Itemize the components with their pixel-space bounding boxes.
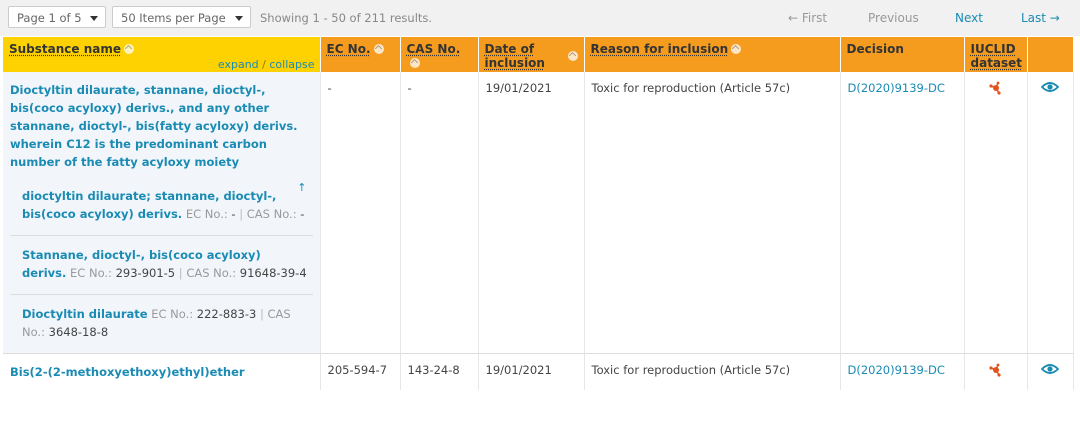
- eye-icon[interactable]: [1040, 81, 1060, 93]
- sort-icon[interactable]: [731, 44, 742, 54]
- ec-label: EC No.:: [185, 207, 228, 221]
- decision-header: Decision: [840, 37, 965, 72]
- ec-value: 293-901-5: [115, 266, 176, 280]
- cas-value: 3648-18-8: [48, 325, 109, 339]
- reason-cell: Toxic for reproduction (Article 57c): [584, 72, 841, 354]
- separator: |: [239, 207, 244, 221]
- table-row: Bis(2-(2-methoxyethoxy)ethyl)ether 205-5…: [3, 353, 1074, 390]
- next-page-link[interactable]: Next: [955, 11, 983, 25]
- ec-number-cell: 205-594-7: [320, 353, 401, 390]
- eye-icon[interactable]: [1040, 363, 1060, 375]
- sub-substance-list: ↑ dioctyltin dilaurate; stannane, diocty…: [10, 177, 313, 353]
- ec-number-label: EC No.: [326, 42, 371, 56]
- substance-name-link[interactable]: Dioctyltin dilaurate, stannane, dioctyl-…: [10, 81, 313, 171]
- sort-icon[interactable]: [409, 58, 420, 68]
- view-cell: [1027, 353, 1074, 390]
- date-cell: 19/01/2021: [478, 72, 585, 354]
- iuclid-header: IUCLID dataset: [964, 37, 1028, 72]
- pagination-bar: Page 1 of 5 50 Items per Page Showing 1 …: [0, 0, 1080, 36]
- sort-icon[interactable]: [124, 44, 135, 54]
- sort-icon[interactable]: [373, 44, 384, 54]
- substance-name-label: Substance name: [9, 42, 122, 56]
- date-label: Date of inclusion: [484, 42, 545, 70]
- items-per-page-select[interactable]: 50 Items per Page: [112, 6, 251, 28]
- cas-number-header[interactable]: CAS No.: [400, 37, 479, 72]
- expand-separator: /: [262, 58, 266, 71]
- substance-name-header[interactable]: Substance name expand / collapse: [3, 37, 321, 72]
- cas-label: CAS No.:: [186, 266, 237, 280]
- ec-label: EC No.:: [70, 266, 112, 280]
- sort-icon[interactable]: [567, 51, 578, 61]
- view-header: [1027, 37, 1074, 72]
- collapse-link[interactable]: collapse: [269, 58, 314, 71]
- reason-cell: Toxic for reproduction (Article 57c): [584, 353, 841, 390]
- cas-value: -: [300, 207, 305, 221]
- reason-label: Reason for inclusion: [590, 42, 729, 56]
- first-page-link[interactable]: ← First: [788, 11, 827, 25]
- ec-number-header[interactable]: EC No.: [320, 37, 401, 72]
- list-item: Stannane, dioctyl-, bis(coco acyloxy) de…: [10, 236, 313, 295]
- decision-cell: D(2020)9139-DC: [840, 353, 965, 390]
- cas-label: CAS No.:: [246, 207, 297, 221]
- cas-number-cell: 143-24-8: [400, 353, 479, 390]
- page-select-value: Page 1 of 5: [17, 11, 82, 25]
- cas-value: 91648-39-4: [239, 266, 307, 280]
- decision-link[interactable]: D(2020)9139-DC: [848, 363, 945, 377]
- expand-link[interactable]: expand: [218, 58, 259, 71]
- decision-link[interactable]: D(2020)9139-DC: [848, 81, 945, 95]
- list-item: ↑ dioctyltin dilaurate; stannane, diocty…: [10, 177, 313, 236]
- list-item: Dioctyltin dilaurate EC No.: 222-883-3 |…: [10, 295, 313, 353]
- substance-name-link[interactable]: Bis(2-(2-methoxyethoxy)ethyl)ether: [10, 363, 313, 381]
- substance-table: Substance name expand / collapse EC No. …: [3, 37, 1074, 390]
- table-header: Substance name expand / collapse EC No. …: [3, 37, 1074, 72]
- date-cell: 19/01/2021: [478, 353, 585, 390]
- iuclid-cell: [964, 72, 1028, 354]
- iuclid-label: IUCLID dataset: [970, 42, 1023, 70]
- previous-page-link[interactable]: Previous: [868, 11, 919, 25]
- separator: |: [178, 266, 183, 280]
- chevron-down-icon: [90, 16, 98, 21]
- cas-number-label: CAS No.: [406, 42, 461, 56]
- separator: |: [259, 307, 264, 321]
- page-select[interactable]: Page 1 of 5: [8, 6, 106, 28]
- view-cell: [1027, 72, 1074, 354]
- substance-cell: Bis(2-(2-methoxyethoxy)ethyl)ether: [3, 353, 321, 390]
- table-row: Dioctyltin dilaurate, stannane, dioctyl-…: [3, 72, 1074, 354]
- date-header[interactable]: Date of inclusion: [478, 37, 585, 72]
- ec-label: EC No.:: [151, 307, 194, 321]
- substance-cell: Dioctyltin dilaurate, stannane, dioctyl-…: [3, 72, 321, 354]
- results-count: Showing 1 - 50 of 211 results.: [260, 11, 433, 25]
- ec-value: -: [231, 207, 236, 221]
- cas-number-cell: -: [400, 72, 479, 354]
- ec-value: 222-883-3: [196, 307, 257, 321]
- molecule-icon[interactable]: [988, 363, 1003, 377]
- ec-number-cell: -: [320, 72, 401, 354]
- sub-substance-name[interactable]: Dioctyltin dilaurate: [22, 307, 148, 321]
- items-select-value: 50 Items per Page: [121, 11, 226, 25]
- arrow-up-icon[interactable]: ↑: [297, 179, 306, 197]
- last-page-link[interactable]: Last →: [1021, 11, 1060, 25]
- expand-collapse: expand / collapse: [218, 58, 315, 71]
- decision-label: Decision: [846, 42, 904, 56]
- iuclid-cell: [964, 353, 1028, 390]
- molecule-icon[interactable]: [988, 81, 1003, 95]
- chevron-down-icon: [235, 16, 243, 21]
- decision-cell: D(2020)9139-DC: [840, 72, 965, 354]
- reason-header[interactable]: Reason for inclusion: [584, 37, 841, 72]
